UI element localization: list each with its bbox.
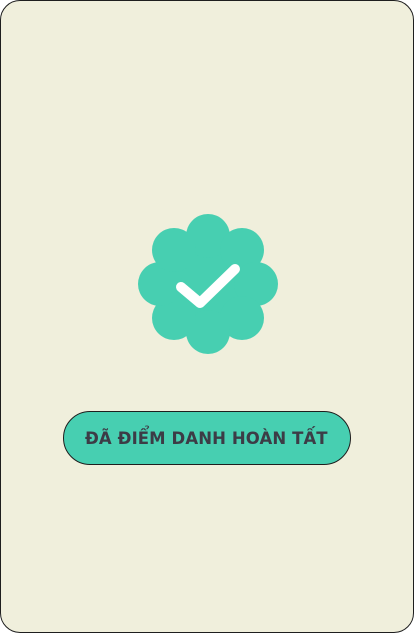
verified-check-badge-icon	[138, 214, 278, 354]
attendance-complete-label: ĐÃ ĐIỂM DANH HOÀN TẤT	[85, 428, 328, 448]
attendance-complete-button[interactable]: ĐÃ ĐIỂM DANH HOÀN TẤT	[63, 411, 351, 465]
attendance-card: ĐÃ ĐIỂM DANH HOÀN TẤT	[0, 0, 414, 633]
